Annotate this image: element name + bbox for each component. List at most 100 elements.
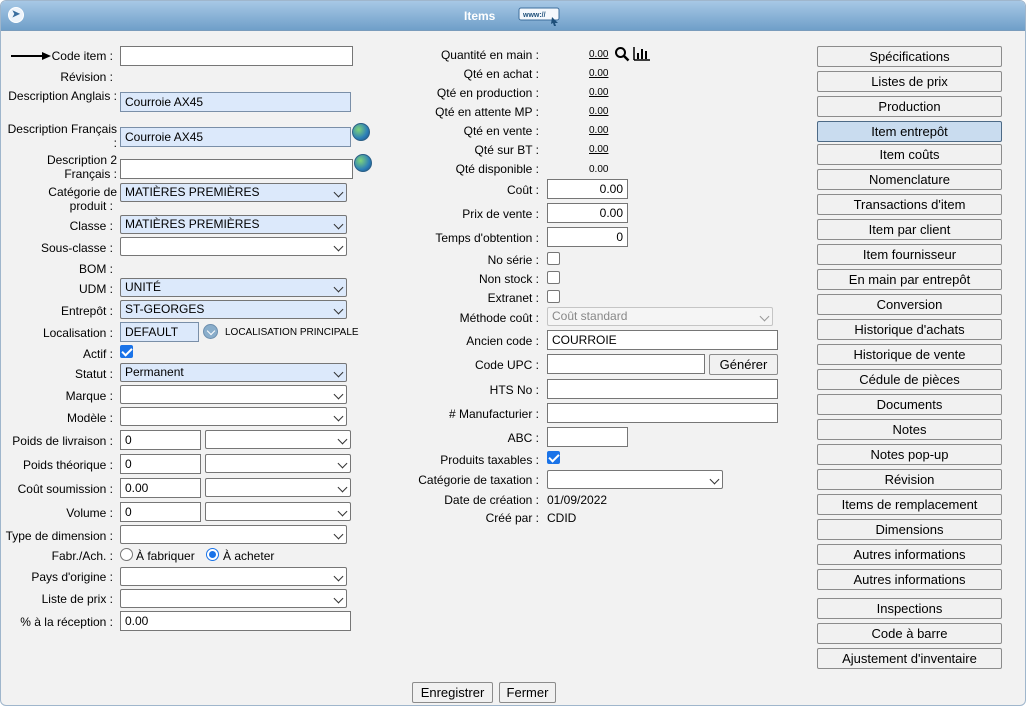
temps-input[interactable]: 0 xyxy=(547,227,628,247)
transactions-item-button[interactable]: Transactions d'item xyxy=(817,194,1002,215)
a-acheter-radio[interactable] xyxy=(206,548,219,561)
date-creation-value: 01/09/2022 xyxy=(547,493,608,507)
poids-livraison-input[interactable]: 0 xyxy=(120,430,201,450)
chevron-down-icon xyxy=(337,434,348,445)
desc2-input[interactable] xyxy=(120,159,353,179)
close-button[interactable]: Fermer xyxy=(499,682,556,703)
cree-par-label: Créé par : xyxy=(485,511,539,525)
code-item-input[interactable] xyxy=(120,46,353,66)
historique-vente-button[interactable]: Historique de vente xyxy=(817,344,1002,365)
chevron-down-circle-icon[interactable] xyxy=(203,324,218,339)
type-dimension-select[interactable] xyxy=(120,525,347,544)
back-arrow-icon[interactable]: ➤ xyxy=(8,7,24,23)
extranet-checkbox[interactable] xyxy=(547,290,560,303)
poids-theorique-input[interactable]: 0 xyxy=(120,454,201,474)
methode-cout-select[interactable]: Coût standard xyxy=(547,307,773,326)
cout-soumission-input[interactable]: 0.00 xyxy=(120,478,201,498)
generer-button[interactable]: Générer xyxy=(709,354,778,375)
categorie-select[interactable]: MATIÈRES PREMIÈRES xyxy=(120,183,347,202)
item-couts-button[interactable]: Item coûts xyxy=(817,144,1002,165)
classe-value: MATIÈRES PREMIÈRES xyxy=(125,217,260,231)
sousclasse-select[interactable] xyxy=(120,237,347,256)
documents-button[interactable]: Documents xyxy=(817,394,1002,415)
methode-cout-value: Coût standard xyxy=(552,309,628,323)
chevron-down-icon xyxy=(333,241,344,252)
localisation-input[interactable]: DEFAULT xyxy=(120,322,199,342)
ajustement-inventaire-button[interactable]: Ajustement d'inventaire xyxy=(817,648,1002,669)
items-remplacement-button[interactable]: Items de remplacement xyxy=(817,494,1002,515)
notes-popup-button[interactable]: Notes pop-up xyxy=(817,444,1002,465)
qte-attente-link[interactable]: 0.00 xyxy=(589,106,608,117)
chevron-down-icon xyxy=(333,219,344,230)
item-entrepot-button[interactable]: Item entrepôt xyxy=(817,121,1002,142)
poids-livraison-unit-select[interactable] xyxy=(205,430,351,449)
manufacturier-input[interactable] xyxy=(547,403,778,423)
a-fabriquer-radio[interactable] xyxy=(120,548,133,561)
statut-select[interactable]: Permanent xyxy=(120,363,347,382)
udm-select[interactable]: UNITÉ xyxy=(120,278,347,297)
code-a-barre-button[interactable]: Code à barre xyxy=(817,623,1002,644)
cout-soumission-select[interactable] xyxy=(205,478,351,497)
cat-taxation-select[interactable] xyxy=(547,470,723,489)
pct-reception-input[interactable]: 0.00 xyxy=(120,611,351,631)
specifications-button[interactable]: Spécifications xyxy=(817,46,1002,67)
hts-input[interactable] xyxy=(547,379,778,399)
autres-informations-button-2[interactable]: Autres informations xyxy=(817,569,1002,590)
liste-prix-select[interactable] xyxy=(120,589,347,608)
ancien-code-input[interactable]: COURROIE xyxy=(547,330,778,350)
desc-fr-input[interactable]: Courroie AX45 xyxy=(120,127,351,147)
localisation-label: Localisation : xyxy=(42,326,113,340)
listes-de-prix-button[interactable]: Listes de prix xyxy=(817,71,1002,92)
bar-chart-icon[interactable] xyxy=(633,46,651,61)
abc-input[interactable] xyxy=(547,427,628,447)
marque-select[interactable] xyxy=(120,385,347,404)
historique-achats-button[interactable]: Historique d'achats xyxy=(817,319,1002,340)
item-par-client-button[interactable]: Item par client xyxy=(817,219,1002,240)
globe-icon[interactable] xyxy=(354,154,372,172)
ancien-code-label: Ancien code : xyxy=(466,334,539,348)
udm-value: UNITÉ xyxy=(125,280,161,294)
modele-select[interactable] xyxy=(120,407,347,426)
code-upc-input[interactable] xyxy=(547,354,705,374)
qte-main-link[interactable]: 0.00 xyxy=(589,49,608,60)
production-button[interactable]: Production xyxy=(817,96,1002,117)
cout-label: Coût : xyxy=(506,183,539,197)
prix-vente-input[interactable]: 0.00 xyxy=(547,203,628,223)
desc2-label: Description 2 xyxy=(46,153,117,167)
chevron-down-icon xyxy=(333,187,344,198)
title-bar: ➤ Items www:// xyxy=(1,1,1025,31)
chevron-down-icon xyxy=(333,593,344,604)
pays-select[interactable] xyxy=(120,567,347,586)
methode-cout-label: Méthode coût : xyxy=(459,311,539,325)
produits-taxables-checkbox[interactable] xyxy=(547,451,560,464)
volume-input[interactable]: 0 xyxy=(120,502,201,522)
abc-label: ABC : xyxy=(507,431,539,445)
autres-informations-button[interactable]: Autres informations xyxy=(817,544,1002,565)
desc-en-input[interactable]: Courroie AX45 xyxy=(120,92,351,112)
cout-input[interactable]: 0.00 xyxy=(547,179,628,199)
poids-theorique-unit-select[interactable] xyxy=(205,454,351,473)
search-icon[interactable] xyxy=(614,46,630,62)
conversion-button[interactable]: Conversion xyxy=(817,294,1002,315)
cedule-pieces-button[interactable]: Cédule de pièces xyxy=(817,369,1002,390)
en-main-par-entrepot-button[interactable]: En main par entrepôt xyxy=(817,269,1002,290)
inspections-button[interactable]: Inspections xyxy=(817,598,1002,619)
qte-achat-link[interactable]: 0.00 xyxy=(589,68,608,79)
volume-unit-select[interactable] xyxy=(205,502,351,521)
bom-label: BOM : xyxy=(78,262,113,276)
dimensions-button[interactable]: Dimensions xyxy=(817,519,1002,540)
qte-production-link[interactable]: 0.00 xyxy=(589,87,608,98)
item-fournisseur-button[interactable]: Item fournisseur xyxy=(817,244,1002,265)
entrepot-select[interactable]: ST-GEORGES xyxy=(120,300,347,319)
actif-checkbox[interactable] xyxy=(120,345,133,358)
qte-vente-link[interactable]: 0.00 xyxy=(589,125,608,136)
classe-select[interactable]: MATIÈRES PREMIÈRES xyxy=(120,215,347,234)
save-button[interactable]: Enregistrer xyxy=(412,682,493,703)
nomenclature-button[interactable]: Nomenclature xyxy=(817,169,1002,190)
notes-button[interactable]: Notes xyxy=(817,419,1002,440)
no-serie-checkbox[interactable] xyxy=(547,252,560,265)
non-stock-checkbox[interactable] xyxy=(547,271,560,284)
globe-icon[interactable] xyxy=(352,123,370,141)
revision-button[interactable]: Révision xyxy=(817,469,1002,490)
qte-bt-link[interactable]: 0.00 xyxy=(589,144,608,155)
